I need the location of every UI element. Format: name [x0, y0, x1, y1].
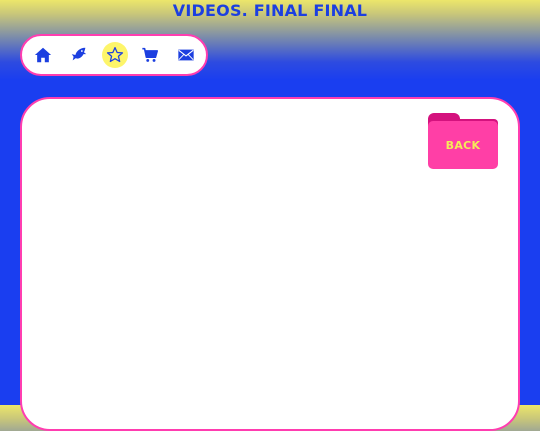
nav-home-button[interactable] — [30, 42, 56, 68]
nav-fish-button[interactable] — [66, 42, 92, 68]
back-folder-button[interactable]: BACK — [428, 113, 498, 169]
back-label: BACK — [445, 138, 481, 152]
star-icon — [106, 46, 124, 63]
nav-bar — [20, 34, 208, 76]
cart-icon — [142, 47, 159, 62]
nav-star-button[interactable] — [102, 42, 128, 68]
nav-cart-button[interactable] — [137, 42, 163, 68]
mail-icon — [178, 49, 194, 61]
fish-icon — [71, 47, 87, 61]
nav-mail-button[interactable] — [173, 42, 199, 68]
page-title: VIDEOS. FINAL FINAL — [172, 1, 368, 20]
home-icon — [34, 47, 52, 63]
folder-icon: BACK — [428, 121, 498, 169]
